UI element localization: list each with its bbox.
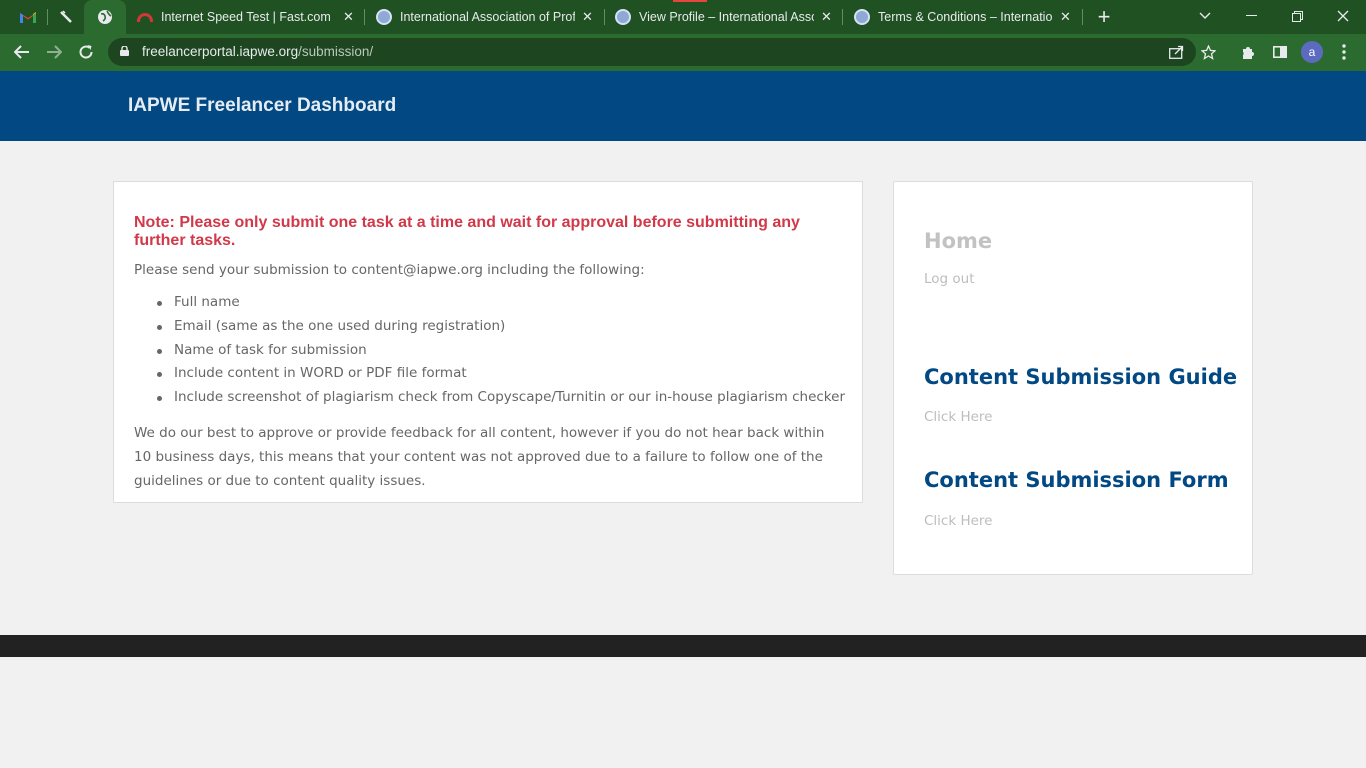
requirements-list: Full name Email (same as the one used du… — [134, 294, 845, 413]
new-tab-button[interactable]: + — [1092, 0, 1116, 34]
restore-icon — [1291, 10, 1303, 22]
close-icon[interactable]: ✕ — [1060, 9, 1071, 25]
list-item: Full name — [134, 294, 845, 318]
globe-icon — [98, 10, 112, 24]
tab-title: View Profile – International Assoc — [639, 10, 814, 24]
url-path: /submission/ — [298, 44, 374, 59]
submission-note: Note: Please only submit one task at a t… — [134, 214, 800, 249]
extensions-button[interactable] — [1234, 38, 1262, 66]
site-title[interactable]: IAPWE Freelancer Dashboard — [128, 95, 396, 117]
submission-intro: Please send your submission to content@i… — [134, 262, 645, 278]
star-icon — [1200, 44, 1216, 60]
iapwe-logo-icon — [854, 9, 870, 25]
tab-title: International Association of Profe — [400, 10, 575, 24]
pinned-tab-gmail[interactable] — [14, 0, 42, 34]
tab-separator — [47, 9, 48, 25]
tab-fast-com[interactable]: Internet Speed Test | Fast.com ✕ — [126, 0, 364, 34]
pen-icon — [60, 10, 72, 23]
browser-tab-strip: Internet Speed Test | Fast.com ✕ Interna… — [0, 0, 1366, 34]
bookmark-button[interactable] — [1194, 38, 1222, 66]
sidebar-home-link[interactable]: Home — [924, 229, 992, 253]
gmail-icon — [20, 12, 36, 23]
list-item: Include screenshot of plagiarism check f… — [134, 389, 845, 413]
tab-terms[interactable]: Terms & Conditions – Internation ✕ — [843, 0, 1081, 34]
forward-icon — [47, 45, 62, 59]
menu-icon — [1342, 44, 1346, 60]
sidebar-card: Home Log out Content Submission Guide Cl… — [893, 181, 1253, 575]
guide-click-here-link[interactable]: Click Here — [924, 409, 992, 425]
speedometer-icon — [137, 13, 153, 22]
submission-instructions-card: Note: Please only submit one task at a t… — [113, 181, 863, 503]
list-item: Name of task for submission — [134, 342, 845, 366]
chrome-menu-button[interactable] — [1330, 38, 1358, 66]
minimize-button[interactable] — [1228, 0, 1274, 32]
tab-title: Internet Speed Test | Fast.com — [161, 10, 331, 24]
minimize-icon — [1245, 15, 1257, 16]
tab-separator — [1082, 9, 1083, 25]
list-item: Include content in WORD or PDF file form… — [134, 365, 845, 389]
pinned-tab-pen[interactable] — [52, 0, 80, 34]
restore-button[interactable] — [1274, 0, 1320, 32]
tab-title: Terms & Conditions – Internation — [878, 10, 1053, 24]
lock-icon[interactable] — [120, 46, 129, 56]
close-icon[interactable]: ✕ — [821, 9, 832, 25]
tab-search-button[interactable] — [1182, 0, 1228, 32]
content-submission-guide-heading: Content Submission Guide — [924, 365, 1238, 389]
page-bottom — [0, 657, 1366, 768]
active-tab[interactable] — [84, 0, 126, 34]
content-submission-form-heading: Content Submission Form — [924, 468, 1229, 492]
close-window-button[interactable] — [1320, 0, 1366, 32]
back-button[interactable] — [8, 38, 36, 66]
list-item: Email (same as the one used during regis… — [134, 318, 845, 342]
share-icon — [1168, 45, 1183, 59]
submission-outro: We do our best to approve or provide fee… — [134, 425, 825, 489]
tab-view-profile[interactable]: View Profile – International Assoc ✕ — [604, 0, 842, 34]
share-button[interactable] — [1162, 38, 1190, 66]
close-icon[interactable]: ✕ — [582, 9, 593, 25]
reload-button[interactable] — [72, 38, 100, 66]
close-icon — [1337, 10, 1349, 22]
address-bar[interactable]: freelancerportal.iapwe.org/submission/ — [108, 38, 1216, 66]
url-text[interactable]: freelancerportal.iapwe.org/submission/ — [142, 44, 373, 59]
iapwe-logo-icon — [615, 9, 631, 25]
close-icon[interactable]: ✕ — [343, 9, 354, 25]
iapwe-logo-icon — [376, 9, 392, 25]
tab-iapwe-home[interactable]: International Association of Profe ✕ — [365, 0, 603, 34]
site-footer — [0, 635, 1366, 657]
form-click-here-link[interactable]: Click Here — [924, 513, 992, 529]
forward-button[interactable] — [40, 38, 68, 66]
url-host: freelancerportal.iapwe.org — [142, 44, 299, 59]
logout-link[interactable]: Log out — [924, 271, 975, 287]
profile-avatar[interactable]: a — [1301, 41, 1323, 63]
browser-toolbar: freelancerportal.iapwe.org/submission/ — [0, 34, 1366, 71]
chevron-down-icon — [1199, 12, 1211, 19]
side-panel-button[interactable] — [1266, 38, 1294, 66]
sidepanel-icon — [1273, 46, 1287, 58]
extensions-icon — [1242, 46, 1254, 59]
site-header: IAPWE Freelancer Dashboard — [0, 71, 1366, 141]
back-icon — [14, 45, 29, 59]
reload-icon — [79, 45, 93, 59]
media-indicator — [673, 0, 707, 2]
